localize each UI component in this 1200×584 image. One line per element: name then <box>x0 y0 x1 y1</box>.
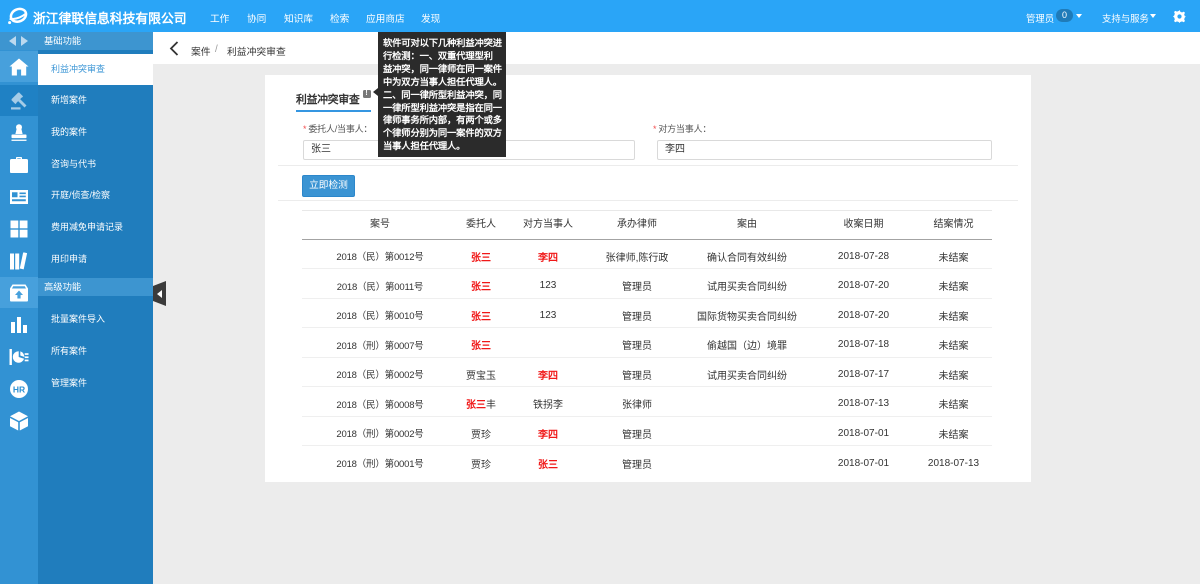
svg-text:HR: HR <box>13 384 25 394</box>
